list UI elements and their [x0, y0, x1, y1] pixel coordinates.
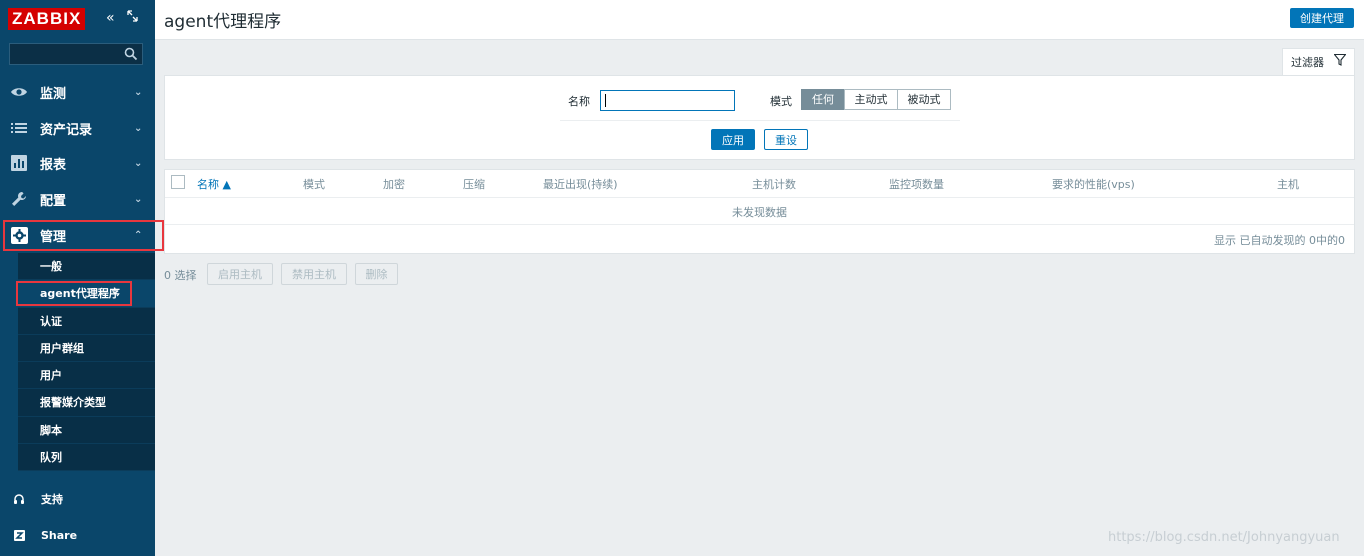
column-header-hosts: 主机	[1277, 178, 1299, 191]
reset-button[interactable]: 重设	[764, 129, 808, 150]
mode-any-button[interactable]: 任何	[801, 89, 845, 110]
chevron-down-icon: ⌄	[134, 122, 143, 134]
paging-info: 显示 已自动发现的 0中的0	[1214, 234, 1345, 247]
submenu-scripts[interactable]: 脚本	[18, 417, 155, 445]
selected-count: 0 选择	[164, 269, 197, 282]
filter-divider	[560, 120, 960, 121]
column-header-name[interactable]: 名称 ▲	[197, 176, 231, 192]
create-proxy-button[interactable]: 创建代理	[1290, 8, 1354, 28]
filter-tab[interactable]: 过滤器	[1282, 48, 1355, 75]
logo-row: ZABBIX «	[0, 0, 155, 38]
page-header: agent代理程序 创建代理	[155, 0, 1364, 40]
header-divider	[165, 197, 1354, 198]
submenu-media-types[interactable]: 报警媒介类型	[18, 389, 155, 417]
name-filter-input[interactable]	[600, 90, 735, 111]
submenu-queue[interactable]: 队列	[18, 444, 155, 472]
kiosk-mode-icon[interactable]	[127, 10, 138, 22]
column-header-required-performance: 要求的性能(vps)	[1052, 178, 1135, 191]
wrench-icon	[10, 190, 28, 208]
column-header-host-count: 主机计数	[752, 178, 796, 191]
name-filter-label: 名称	[568, 95, 590, 108]
enable-hosts-button[interactable]: 启用主机	[207, 263, 273, 285]
column-header-mode: 模式	[303, 178, 325, 191]
share-link[interactable]: Share	[0, 518, 155, 552]
submenu-users[interactable]: 用户	[18, 362, 155, 390]
sidebar: ZABBIX « 监测 ⌄ 资产记录 ⌄ 报表 ⌄ 配置 ⌄ 管理 ⌃ 一般 a…	[0, 0, 155, 556]
highlight-box-admin	[3, 220, 164, 251]
delete-button[interactable]: 删除	[355, 263, 398, 285]
support-label: 支持	[41, 493, 63, 506]
select-all-checkbox[interactable]	[171, 175, 185, 189]
menu-reports[interactable]: 报表 ⌄	[0, 145, 155, 181]
headset-icon	[12, 492, 26, 506]
share-label: Share	[41, 528, 78, 542]
text-caret	[605, 94, 606, 107]
menu-configuration[interactable]: 配置 ⌄	[0, 181, 155, 217]
bar-chart-icon	[10, 154, 28, 172]
menu-label: 监测	[40, 86, 67, 102]
filter-panel: 名称 模式 任何 主动式 被动式 应用 重设	[164, 75, 1355, 160]
submenu-user-groups[interactable]: 用户群组	[18, 335, 155, 363]
mode-passive-button[interactable]: 被动式	[897, 89, 951, 110]
mode-active-button[interactable]: 主动式	[844, 89, 898, 110]
share-icon	[12, 528, 26, 542]
footer-divider	[165, 224, 1354, 225]
no-data-message: 未发现数据	[732, 206, 787, 219]
page-title: agent代理程序	[164, 12, 282, 32]
watermark: https://blog.csdn.net/Johnyangyuan	[1108, 530, 1340, 545]
column-header-item-count: 监控项数量	[889, 178, 944, 191]
submenu-authentication[interactable]: 认证	[18, 308, 155, 335]
proxies-table: 名称 ▲ 模式 加密 压缩 最近出现(持续) 主机计数 监控项数量 要求的性能(…	[164, 169, 1355, 254]
zabbix-logo[interactable]: ZABBIX	[8, 8, 86, 30]
chevron-down-icon: ⌄	[134, 193, 143, 205]
menu-inventory[interactable]: 资产记录 ⌄	[0, 110, 155, 146]
support-link[interactable]: 支持	[0, 482, 155, 516]
menu-monitoring[interactable]: 监测 ⌄	[0, 74, 155, 110]
column-header-last-seen: 最近出现(持续)	[543, 178, 618, 191]
column-header-encryption: 加密	[383, 178, 405, 191]
submenu-general[interactable]: 一般	[18, 253, 155, 281]
menu-label: 资产记录	[40, 122, 93, 138]
eye-icon	[10, 83, 28, 101]
menu-label: 配置	[40, 193, 67, 209]
mode-filter-label: 模式	[770, 95, 792, 108]
sidebar-search-input[interactable]	[9, 43, 143, 65]
column-header-compression: 压缩	[463, 178, 485, 191]
search-icon[interactable]	[124, 47, 138, 61]
menu-label: 报表	[40, 157, 67, 173]
collapse-sidebar-icon[interactable]: «	[106, 10, 115, 26]
chevron-down-icon: ⌄	[134, 157, 143, 169]
filter-tab-label: 过滤器	[1291, 56, 1324, 69]
chevron-down-icon: ⌄	[134, 86, 143, 98]
disable-hosts-button[interactable]: 禁用主机	[281, 263, 347, 285]
highlight-box-proxies	[16, 281, 132, 306]
filter-funnel-icon	[1334, 54, 1346, 66]
apply-button[interactable]: 应用	[711, 129, 755, 150]
list-icon	[10, 119, 28, 137]
